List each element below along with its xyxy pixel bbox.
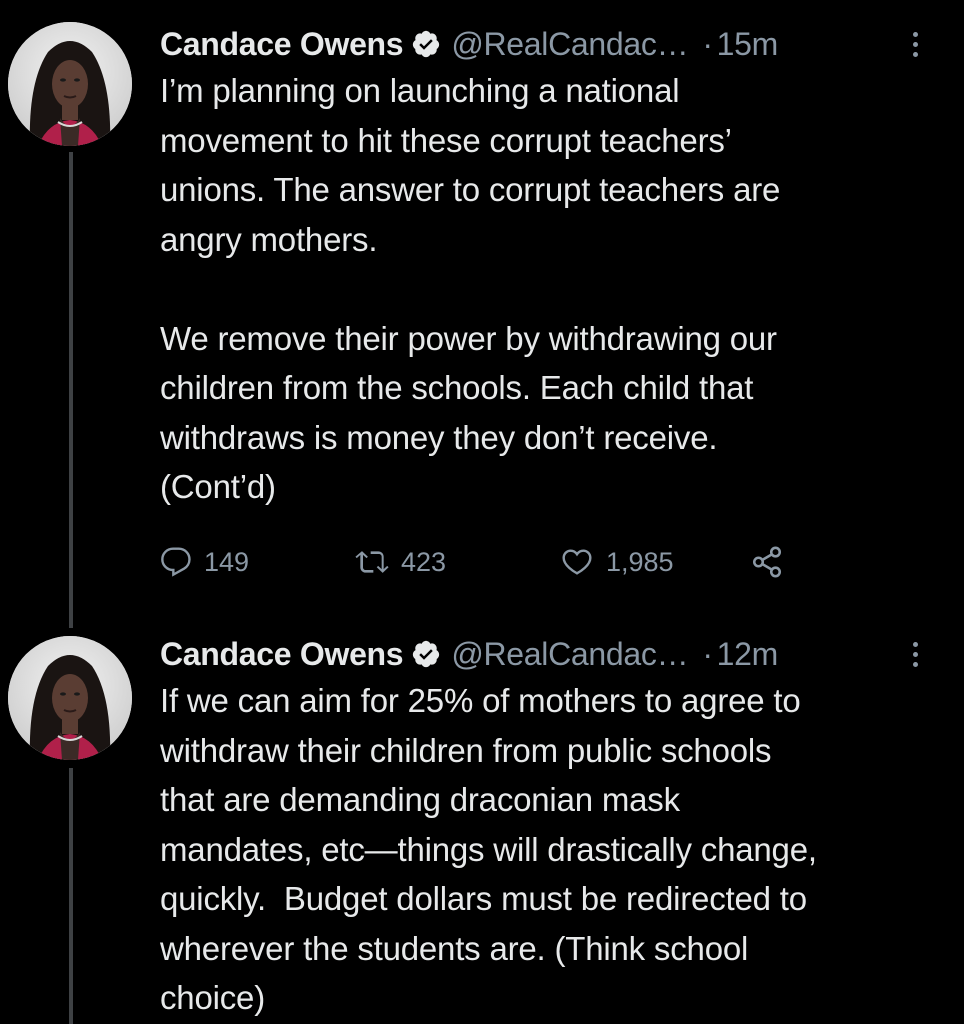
tweet-text: If we can aim for 25% of mothers to agre…: [160, 682, 817, 1016]
reply-button[interactable]: 149: [160, 546, 355, 578]
thread-connector-line: [69, 768, 73, 1024]
like-count: 1,985: [606, 546, 674, 577]
author-name[interactable]: Candace Owens: [160, 636, 404, 673]
share-button[interactable]: [750, 545, 784, 579]
like-button[interactable]: 1,985: [560, 546, 750, 578]
author-name[interactable]: Candace Owens: [160, 26, 404, 63]
author-handle[interactable]: @RealCandac…: [451, 636, 688, 673]
tweet-text: I’m planning on launching a national mov…: [160, 72, 781, 505]
reply-icon: [160, 546, 192, 578]
thread-connector-line: [69, 152, 73, 628]
reply-count: 149: [204, 546, 250, 577]
retweet-icon: [355, 546, 389, 578]
tweet-header: Candace Owens @RealCandac… · 15m: [160, 24, 934, 64]
more-options-icon[interactable]: [913, 641, 934, 667]
author-handle[interactable]: @RealCandac…: [451, 26, 688, 63]
tweet-timestamp[interactable]: 15m: [717, 26, 779, 63]
tweet-actions: 149 423 1,985: [160, 542, 784, 582]
separator-dot: ·: [702, 25, 713, 62]
separator-dot: ·: [702, 635, 713, 672]
more-options-icon[interactable]: [913, 31, 934, 57]
retweet-count: 423: [401, 546, 447, 577]
avatar[interactable]: [8, 22, 132, 146]
verified-badge-icon: [411, 29, 441, 59]
tweet-timestamp[interactable]: 12m: [717, 636, 779, 673]
avatar[interactable]: [8, 636, 132, 760]
tweet-header: Candace Owens @RealCandac… · 12m: [160, 634, 934, 674]
like-icon: [560, 546, 594, 578]
share-icon: [750, 545, 784, 579]
retweet-button[interactable]: 423: [355, 546, 560, 578]
verified-badge-icon: [411, 639, 441, 669]
